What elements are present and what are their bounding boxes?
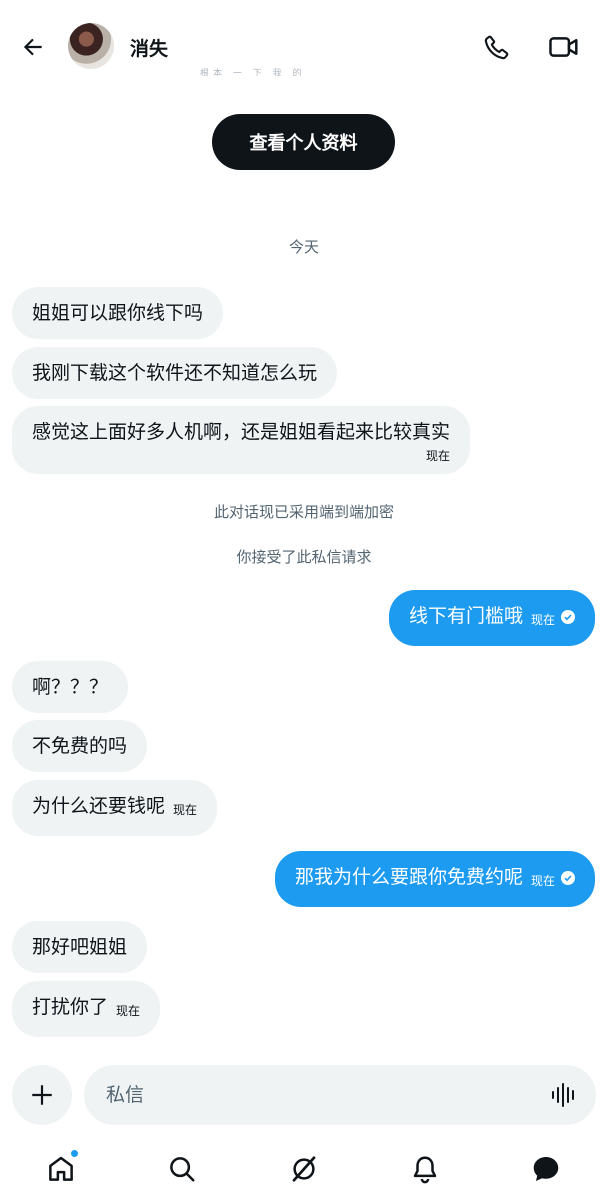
- read-check-icon: [561, 871, 575, 885]
- search-icon: [170, 1157, 195, 1182]
- outgoing-message[interactable]: 线下有门槛哦 现在: [388, 590, 595, 646]
- message-timestamp: 现在: [116, 1004, 141, 1018]
- read-check-icon: [561, 610, 575, 624]
- incoming-message[interactable]: 姐姐可以跟你线下吗: [12, 287, 224, 339]
- video-camera-icon: [549, 37, 578, 57]
- date-separator: 今天: [288, 238, 319, 256]
- voice-wave-icon: [552, 1083, 574, 1107]
- call-button[interactable]: [480, 30, 514, 64]
- request-accepted-notice: 你接受了此私信请求: [236, 548, 372, 566]
- incoming-message[interactable]: 我刚下载这个软件还不知道怎么玩: [12, 347, 338, 399]
- nav-search[interactable]: [162, 1149, 202, 1189]
- notifications-icon: [413, 1156, 437, 1184]
- view-profile-button[interactable]: 查看个人资料: [212, 114, 395, 170]
- message-text: 不免费的吗: [32, 735, 128, 757]
- message-text: 打扰你了: [32, 996, 109, 1018]
- message-text: 姐姐可以跟你线下吗: [32, 302, 204, 324]
- voice-message-button[interactable]: [548, 1079, 580, 1111]
- home-notification-dot: [70, 1149, 79, 1158]
- nav-home[interactable]: [41, 1149, 81, 1189]
- message-timestamp: 现在: [173, 803, 198, 817]
- grok-icon: [292, 1156, 316, 1182]
- phone-icon: [484, 35, 509, 60]
- faded-partial-text: 根本 一 下 我 的: [200, 69, 306, 76]
- message-text: 我刚下载这个软件还不知道怎么玩: [32, 362, 318, 384]
- incoming-message[interactable]: 打扰你了 现在: [12, 981, 161, 1037]
- message-text: 为什么还要钱呢: [32, 795, 166, 817]
- incoming-message[interactable]: 不免费的吗: [12, 720, 148, 772]
- incoming-message[interactable]: 那好吧姐姐: [12, 921, 148, 973]
- messages-icon: [533, 1157, 559, 1181]
- arrow-left-icon: [23, 38, 42, 56]
- avatar[interactable]: [68, 23, 114, 69]
- add-attachment-button[interactable]: [12, 1065, 72, 1125]
- encryption-notice: 此对话现已采用端到端加密: [213, 503, 394, 521]
- nav-grok[interactable]: [284, 1149, 324, 1189]
- video-call-button[interactable]: [546, 30, 582, 64]
- plus-icon: [32, 1085, 52, 1105]
- message-timestamp: 现在: [530, 613, 555, 627]
- message-text: 线下有门槛哦: [408, 605, 523, 627]
- message-timestamp: 现在: [426, 449, 451, 463]
- message-text: 那好吧姐姐: [32, 936, 128, 958]
- nav-messages[interactable]: [526, 1149, 566, 1189]
- home-icon: [49, 1156, 73, 1181]
- message-text: 啊？？？: [32, 676, 109, 698]
- nav-notifications[interactable]: [405, 1149, 445, 1189]
- back-button[interactable]: [16, 30, 50, 64]
- message-input[interactable]: [106, 1065, 526, 1125]
- incoming-message[interactable]: 感觉这上面好多人机啊，还是姐姐看起来比较真实 现在: [12, 406, 471, 474]
- message-text: 那我为什么要跟你免费约呢: [294, 866, 523, 888]
- incoming-message[interactable]: 啊？？？: [12, 661, 129, 713]
- message-text: 感觉这上面好多人机啊，还是姐姐看起来比较真实: [32, 421, 451, 443]
- message-composer: [84, 1065, 596, 1125]
- bottom-navigation: [0, 1135, 608, 1200]
- conversation-title[interactable]: 消失: [130, 34, 168, 61]
- message-timestamp: 现在: [530, 874, 555, 888]
- incoming-message[interactable]: 为什么还要钱呢 现在: [12, 780, 218, 836]
- outgoing-message[interactable]: 那我为什么要跟你免费约呢 现在: [274, 851, 595, 907]
- conversation-header: 消失 根本 一 下 我 的: [0, 0, 608, 92]
